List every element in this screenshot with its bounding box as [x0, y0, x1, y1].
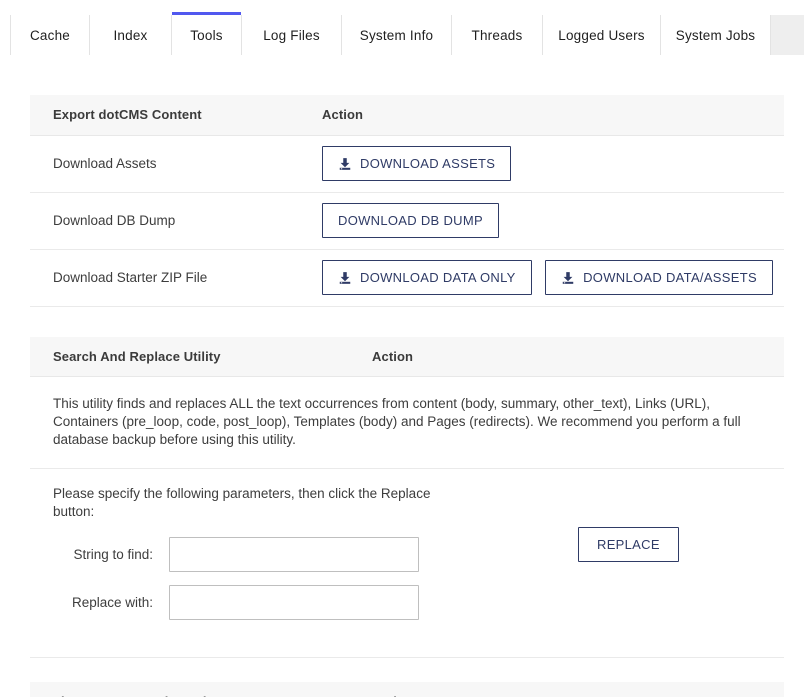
- tab-index[interactable]: Index: [90, 15, 172, 55]
- table-header-row: Search And Replace Utility Action: [30, 337, 784, 377]
- export-dotcms-content-panel: Export dotCMS Content Action Download As…: [30, 95, 784, 307]
- export-table-title: Export dotCMS Content: [30, 95, 322, 135]
- tab-threads[interactable]: Threads: [452, 15, 543, 55]
- download-icon: [561, 271, 575, 285]
- button-label: DOWNLOAD DATA/ASSETS: [583, 270, 757, 285]
- tab-system-info[interactable]: System Info: [342, 15, 452, 55]
- fix-assets-action-header: Action: [372, 682, 784, 697]
- table-row: Download Assets DOWNL: [30, 135, 784, 192]
- table-row: Download Starter ZIP File: [30, 249, 784, 306]
- fix-assets-header-table: Fix Assets Inconsistencies Action: [30, 682, 784, 697]
- tab-label: Tools: [190, 28, 223, 43]
- tools-page: Cache Index Tools Log Files System Info …: [0, 0, 804, 697]
- search-replace-description: This utility finds and replaces ALL the …: [30, 377, 784, 469]
- table-header-row: Export dotCMS Content Action: [30, 95, 784, 135]
- string-to-find-input[interactable]: [169, 537, 419, 572]
- button-label: REPLACE: [597, 537, 660, 552]
- replace-with-input[interactable]: [169, 585, 419, 620]
- download-db-dump-button[interactable]: DOWNLOAD DB DUMP: [322, 203, 499, 238]
- tab-label: Logged Users: [558, 28, 644, 43]
- table-header-row: Fix Assets Inconsistencies Action: [30, 682, 784, 697]
- replace-button[interactable]: REPLACE: [578, 527, 679, 562]
- tabstrip: Cache Index Tools Log Files System Info …: [10, 15, 804, 55]
- search-replace-title: Search And Replace Utility: [30, 337, 372, 377]
- search-replace-action-header: Action: [372, 337, 784, 377]
- row-label-download-starter-zip: Download Starter ZIP File: [30, 249, 322, 306]
- tab-system-jobs[interactable]: System Jobs: [661, 15, 771, 55]
- tab-logged-users[interactable]: Logged Users: [543, 15, 661, 55]
- tab-label: Index: [113, 28, 147, 43]
- tab-tools[interactable]: Tools: [172, 15, 242, 55]
- tab-label: Log Files: [263, 28, 320, 43]
- replace-with-row: Replace with:: [53, 585, 761, 620]
- download-icon: [338, 157, 352, 171]
- fix-assets-panel: Fix Assets Inconsistencies Action This u…: [30, 682, 784, 697]
- row-action-download-starter-zip: DOWNLOAD DATA ONLY: [322, 249, 784, 306]
- button-label: DOWNLOAD DB DUMP: [338, 213, 483, 228]
- row-action-download-assets: DOWNLOAD ASSETS: [322, 135, 784, 192]
- button-label: DOWNLOAD DATA ONLY: [360, 270, 516, 285]
- tab-log-files[interactable]: Log Files: [242, 15, 342, 55]
- replace-with-label: Replace with:: [53, 595, 169, 610]
- export-table-action-header: Action: [322, 95, 784, 135]
- row-action-download-db-dump: DOWNLOAD DB DUMP: [322, 192, 784, 249]
- download-data-assets-button[interactable]: DOWNLOAD DATA/ASSETS: [545, 260, 773, 295]
- tab-label: System Jobs: [676, 28, 755, 43]
- fix-assets-title: Fix Assets Inconsistencies: [30, 682, 372, 697]
- tab-label: System Info: [360, 28, 433, 43]
- table-row: Download DB Dump DOWNLOAD DB DUMP: [30, 192, 784, 249]
- download-data-only-button[interactable]: DOWNLOAD DATA ONLY: [322, 260, 532, 295]
- tab-label: Threads: [472, 28, 523, 43]
- row-label-download-assets: Download Assets: [30, 135, 322, 192]
- download-icon: [338, 271, 352, 285]
- string-to-find-label: String to find:: [53, 547, 169, 562]
- search-replace-header-table: Search And Replace Utility Action: [30, 337, 784, 378]
- search-replace-instruction: Please specify the following parameters,…: [53, 485, 443, 521]
- tab-label: Cache: [30, 28, 70, 43]
- tabstrip-container: Cache Index Tools Log Files System Info …: [10, 15, 804, 55]
- export-dotcms-content-table: Export dotCMS Content Action Download As…: [30, 95, 784, 307]
- replace-button-container: REPLACE: [578, 527, 679, 562]
- download-assets-button[interactable]: DOWNLOAD ASSETS: [322, 146, 511, 181]
- search-replace-form: Please specify the following parameters,…: [30, 469, 784, 658]
- button-label: DOWNLOAD ASSETS: [360, 156, 495, 171]
- tab-cache[interactable]: Cache: [10, 15, 90, 55]
- row-label-download-db-dump: Download DB Dump: [30, 192, 322, 249]
- search-replace-panel: Search And Replace Utility Action This u…: [30, 337, 784, 659]
- tools-content: Export dotCMS Content Action Download As…: [10, 55, 804, 697]
